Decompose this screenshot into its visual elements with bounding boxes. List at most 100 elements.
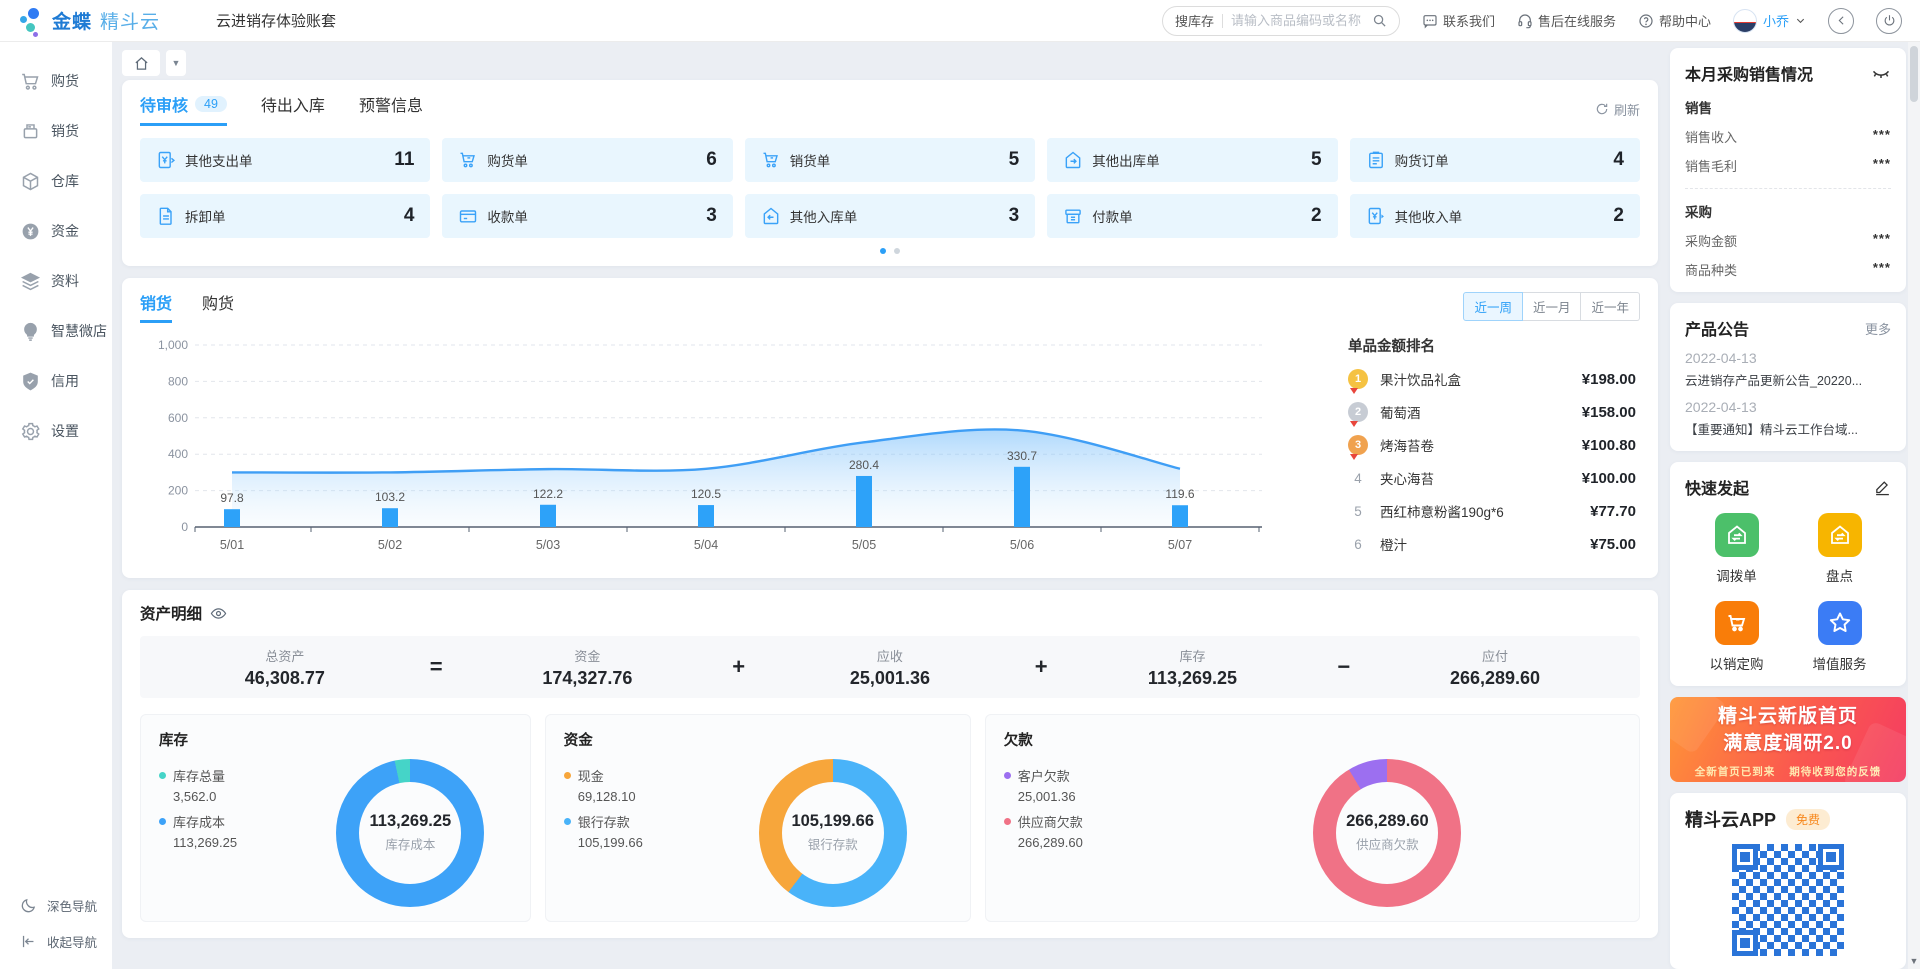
quick-transfer-order[interactable]: 调拨单 — [1685, 513, 1788, 585]
edit-pencil-icon[interactable] — [1874, 479, 1891, 496]
house-in-icon — [761, 206, 781, 226]
card-sales-order[interactable]: 销货单 5 — [745, 138, 1035, 182]
sidebar-item-warehouse[interactable]: 仓库 — [0, 156, 112, 206]
search-input[interactable] — [1231, 13, 1372, 28]
tab-purchase-trend[interactable]: 购货 — [202, 290, 234, 323]
sidebar-item-purchase[interactable]: 购货 — [0, 56, 112, 106]
rank-row-3[interactable]: 3 烤海苔卷 ¥100.80 — [1348, 435, 1636, 455]
sidebar-item-sales[interactable]: 销货 — [0, 106, 112, 156]
plus-sign: + — [1035, 654, 1048, 680]
quick-purchase-by-sales[interactable]: 以销定购 — [1685, 601, 1788, 673]
survey-banner[interactable]: 精斗云新版首页 满意度调研2.0 全新首页已到来 期待收到您的反馈 — [1670, 697, 1906, 782]
card-other-outbound[interactable]: 其他出库单 5 — [1047, 138, 1337, 182]
free-badge: 免费 — [1786, 809, 1830, 830]
home-tab[interactable] — [122, 50, 160, 76]
scrollbar-thumb[interactable] — [1910, 46, 1918, 102]
yen-doc-icon — [156, 150, 176, 170]
range-week-button[interactable]: 近一周 — [1463, 292, 1523, 321]
debts-donut-chart[interactable]: 266,289.60 供应商欠款 — [1313, 759, 1461, 907]
card-other-expense[interactable]: 其他支出单 11 — [140, 138, 430, 182]
rank-row-6[interactable]: 6 橙汁 ¥75.00 — [1348, 534, 1636, 554]
assets-formula-bar: 总资产 46,308.77 = 资金 174,327.76 + 应收 25,00… — [140, 636, 1640, 698]
rank-row-1[interactable]: 1 果汁饮品礼盒 ¥198.00 — [1348, 369, 1636, 389]
announcement-item-1[interactable]: 2022-04-13 云进销存产品更新公告_20220... — [1685, 350, 1891, 389]
tab-pending-approval[interactable]: 待审核 49 — [140, 92, 227, 126]
svg-text:5/04: 5/04 — [694, 538, 718, 552]
range-month-button[interactable]: 近一月 — [1523, 292, 1582, 321]
more-link[interactable]: 更多 — [1865, 319, 1891, 338]
account-title: 云进销存体验账套 — [216, 10, 336, 31]
svg-text:0: 0 — [181, 520, 188, 534]
chat-icon — [1422, 13, 1438, 29]
app-panel: 精斗云APP 免费 — [1670, 793, 1906, 969]
after-sales-service-link[interactable]: 售后在线服务 — [1517, 11, 1616, 30]
card-disassembly[interactable]: 拆卸单 4 — [140, 194, 430, 238]
assets-panel: 资产明细 总资产 46,308.77 = 资金 174,327.76 + 应收 … — [122, 590, 1658, 938]
scrollbar-down-arrow[interactable]: ▼ — [1908, 956, 1920, 966]
sidebar-item-funds[interactable]: 资金 — [0, 206, 112, 256]
quick-stocktake[interactable]: 盘点 — [1788, 513, 1891, 585]
dark-nav-toggle[interactable]: 深色导航 — [0, 887, 112, 923]
page-scrollbar[interactable]: ▼ — [1908, 42, 1920, 969]
svg-text:5/03: 5/03 — [536, 538, 560, 552]
avatar — [1733, 9, 1757, 33]
card-receipt[interactable]: 收款单 3 — [442, 194, 732, 238]
tab-list-dropdown[interactable]: ▼ — [166, 50, 186, 76]
trend-chart-svg: 02004006008001,00097.85/01103.25/02122.2… — [140, 327, 1290, 567]
help-center-link[interactable]: 帮助中心 — [1638, 11, 1711, 30]
home-icon — [134, 56, 149, 71]
rank-row-2[interactable]: 2 葡萄酒 ¥158.00 — [1348, 402, 1636, 422]
eye-closed-icon[interactable] — [1871, 63, 1891, 83]
tab-alerts[interactable]: 预警信息 — [359, 92, 423, 126]
legend-supplier-debt: 供应商欠款 266,289.60 — [1004, 812, 1154, 850]
collapse-nav-button[interactable]: 收起导航 — [0, 923, 112, 959]
svg-text:97.8: 97.8 — [220, 491, 244, 505]
cart-icon — [761, 150, 781, 170]
quick-value-added-services[interactable]: 增值服务 — [1788, 601, 1891, 673]
logout-button[interactable] — [1876, 8, 1902, 34]
eye-icon[interactable] — [210, 605, 227, 622]
app-logo[interactable]: 金蝶 精斗云 — [18, 6, 160, 36]
svg-text:800: 800 — [168, 374, 188, 388]
carousel-dot-2[interactable] — [894, 248, 900, 254]
tab-pending-inout[interactable]: 待出入库 — [261, 92, 325, 126]
refresh-button[interactable]: 刷新 — [1595, 100, 1640, 119]
divider — [1222, 14, 1223, 28]
carousel-dot-1[interactable] — [880, 248, 886, 254]
user-menu[interactable]: 小乔 — [1733, 9, 1806, 33]
card-other-income[interactable]: 其他收入单 2 — [1350, 194, 1640, 238]
search-scope-label[interactable]: 搜库存 — [1175, 11, 1214, 30]
announcement-item-2[interactable]: 2022-04-13 【重要通知】精斗云工作台域... — [1685, 399, 1891, 438]
month-summary-panel: 本月采购销售情况 销售 销售收入*** 销售毛利*** 采购 采购金额*** 商… — [1670, 48, 1906, 292]
sidebar-item-settings[interactable]: 设置 — [0, 406, 112, 456]
switch-account-button[interactable] — [1828, 8, 1854, 34]
rank-row-5[interactable]: 5 西红柿意粉酱190g*6 ¥77.70 — [1348, 501, 1636, 521]
search-icon[interactable] — [1372, 13, 1387, 28]
cart-icon — [1725, 611, 1749, 635]
bulb-icon — [20, 321, 41, 342]
card-other-inbound[interactable]: 其他入库单 3 — [745, 194, 1035, 238]
payable-amount: 应付 266,289.60 — [1435, 646, 1555, 689]
receivable-amount: 应收 25,001.36 — [830, 646, 950, 689]
range-year-button[interactable]: 近一年 — [1581, 292, 1640, 321]
svg-text:103.2: 103.2 — [375, 490, 405, 504]
rank-row-4[interactable]: 4 夹心海苔 ¥100.00 — [1348, 468, 1636, 488]
card-purchase-order[interactable]: 购货单 6 — [442, 138, 732, 182]
sidebar-item-credit[interactable]: 信用 — [0, 356, 112, 406]
card-payment[interactable]: 付款单 2 — [1047, 194, 1337, 238]
warehouse-icon — [20, 171, 41, 192]
card-purchase-request[interactable]: 购货订单 4 — [1350, 138, 1640, 182]
svg-text:280.4: 280.4 — [849, 458, 879, 472]
tab-sales-trend[interactable]: 销货 — [140, 290, 172, 323]
moon-icon — [20, 897, 37, 914]
logo-dots-icon — [18, 6, 44, 36]
sidebar-footer: 深色导航 收起导航 — [0, 887, 112, 969]
funds-donut-chart[interactable]: 105,199.66 银行存款 — [759, 759, 907, 907]
app-qr-code — [1732, 844, 1844, 956]
sidebar-item-smart-store[interactable]: 智慧微店 — [0, 306, 112, 356]
contact-us-link[interactable]: 联系我们 — [1422, 11, 1495, 30]
svg-text:1,000: 1,000 — [158, 338, 188, 352]
search-box[interactable]: 搜库存 — [1162, 6, 1400, 36]
inventory-donut-chart[interactable]: 113,269.25 库存成本 — [336, 759, 484, 907]
sidebar-item-data[interactable]: 资料 — [0, 256, 112, 306]
